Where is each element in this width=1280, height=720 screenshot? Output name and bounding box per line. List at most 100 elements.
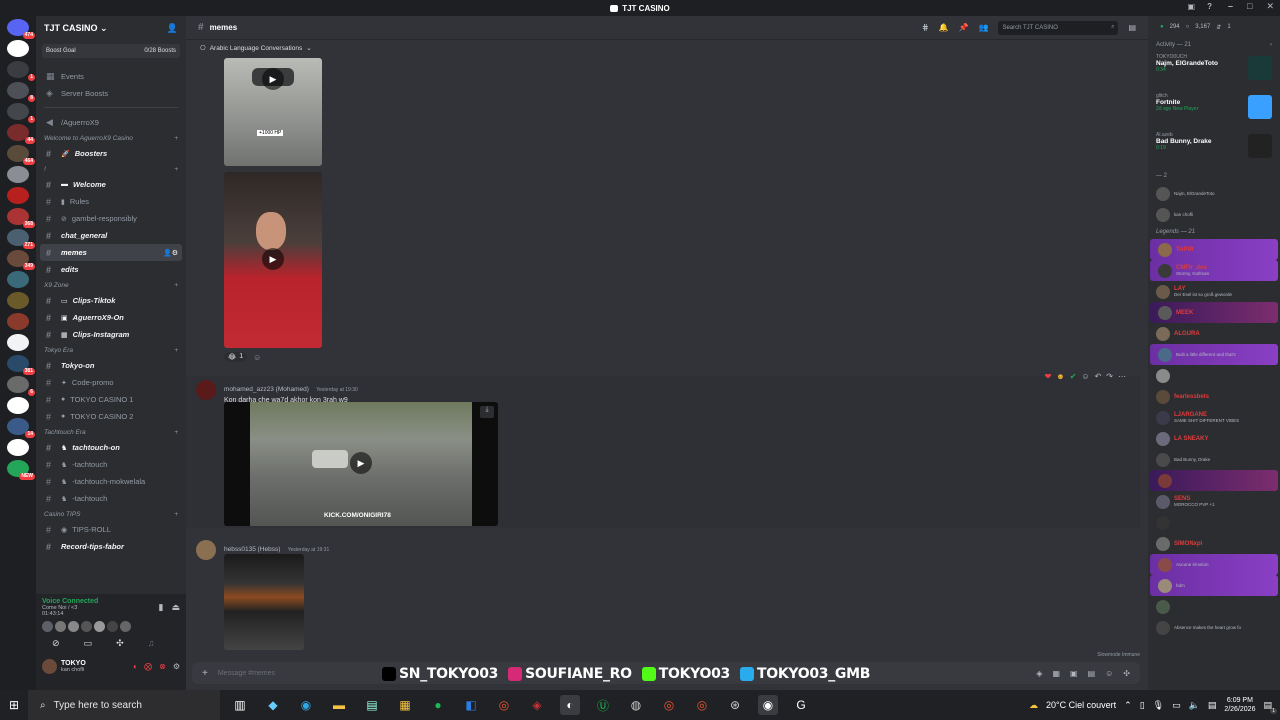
member-item[interactable] bbox=[1148, 365, 1280, 386]
minimize-button[interactable]: – bbox=[1228, 1, 1233, 12]
server-icon[interactable]: 6 bbox=[7, 376, 35, 396]
boost-icon[interactable]: ◈ bbox=[1036, 669, 1042, 678]
apps-icon[interactable]: ✣ bbox=[1123, 669, 1130, 678]
signal-icon[interactable]: ▮ bbox=[159, 602, 164, 613]
member-item[interactable] bbox=[1148, 596, 1280, 617]
mute-icon[interactable]: ⨂ bbox=[144, 662, 152, 671]
check-reaction[interactable]: ✔ bbox=[1070, 372, 1077, 381]
member-item[interactable]: Aucune émotion bbox=[1150, 554, 1278, 575]
inbox-icon[interactable]: ▣ bbox=[1188, 2, 1196, 11]
copilot-icon[interactable]: ◆ bbox=[263, 695, 283, 715]
task-view-icon[interactable]: ▥ bbox=[230, 695, 250, 715]
member-item[interactable]: fearlessbets bbox=[1148, 386, 1280, 407]
channel-item[interactable]: # 🚀 Boosters bbox=[36, 145, 186, 162]
message-author[interactable]: hebss0135 (Hebss) bbox=[224, 546, 280, 553]
server-icon[interactable]: 1 bbox=[7, 61, 35, 81]
server-icon[interactable]: 368 bbox=[7, 208, 35, 228]
avatar[interactable] bbox=[196, 380, 216, 400]
video-attachment[interactable]: ▶ bbox=[224, 172, 322, 348]
member-item[interactable]: CMFlr_dos Stormy, Karlman bbox=[1150, 260, 1278, 281]
maximize-button[interactable]: □ bbox=[1247, 1, 1252, 12]
member-item[interactable]: MEEK bbox=[1150, 302, 1278, 323]
member-item[interactable]: SENS MOROCCO PVP +1 bbox=[1148, 491, 1280, 512]
language-icon[interactable]: ▤ bbox=[1208, 700, 1217, 711]
screen-share-icon[interactable]: ▭ bbox=[84, 638, 93, 649]
video-attachment[interactable]: ▶ +1000 HP bbox=[224, 58, 322, 166]
edge-icon[interactable]: ◉ bbox=[296, 695, 316, 715]
channel-item[interactable]: # edits bbox=[36, 261, 186, 278]
chevron-right-icon[interactable]: › bbox=[1270, 42, 1272, 48]
gift-icon[interactable]: ▦ bbox=[1052, 669, 1060, 678]
member-item[interactable]: SIMONxpi bbox=[1148, 533, 1280, 554]
notification-icon[interactable]: ▤ 1 bbox=[1263, 700, 1277, 714]
speaker-icon[interactable]: 🔈 bbox=[1189, 700, 1200, 711]
events-item[interactable]: ▦ Events bbox=[36, 68, 186, 85]
usb-icon[interactable]: ▯ bbox=[1140, 700, 1145, 711]
message-author[interactable]: mohamed_azz23 (Mohamed) bbox=[224, 386, 309, 393]
camera-off-icon[interactable]: ⊘ bbox=[52, 638, 60, 649]
channel-item[interactable]: # ● TOKYO CASINO 2 bbox=[36, 408, 186, 425]
add-member-icon[interactable]: 👤 bbox=[167, 23, 178, 34]
avatar[interactable] bbox=[107, 621, 118, 632]
channel-item[interactable]: # ♞ -tachtouch bbox=[36, 456, 186, 473]
headset-icon[interactable]: ◖ bbox=[132, 662, 137, 671]
server-icon[interactable]: 44 bbox=[7, 124, 35, 144]
add-reaction-icon[interactable]: ☺ bbox=[1081, 372, 1089, 381]
more-icon[interactable]: ⋯ bbox=[1118, 372, 1126, 381]
member-item[interactable]: kan chofli bbox=[1148, 204, 1280, 225]
taskbar-search[interactable]: ⌕ Type here to search bbox=[28, 690, 220, 720]
avatar[interactable] bbox=[81, 621, 92, 632]
channel-item[interactable]: # ♞ -tachtouch-mokwelala bbox=[36, 473, 186, 490]
server-boosts-item[interactable]: ◈ Server Boosts bbox=[36, 85, 186, 102]
clock[interactable]: 6:09 PM 2/26/2026 bbox=[1224, 696, 1255, 714]
channel-item[interactable]: # ♞ tachtouch-on bbox=[36, 439, 186, 456]
server-icon[interactable] bbox=[7, 166, 29, 183]
member-item[interactable]: Built a little different and that's bbox=[1150, 344, 1278, 365]
channel-item[interactable]: # ▣ AguerroX9-On bbox=[36, 309, 186, 326]
activities-icon[interactable]: ✣ bbox=[116, 638, 124, 649]
avatar[interactable] bbox=[68, 621, 79, 632]
server-icon[interactable]: 8 bbox=[7, 82, 35, 102]
gif-icon[interactable]: ▣ bbox=[1070, 669, 1078, 678]
avatar[interactable] bbox=[42, 621, 53, 632]
channel-item[interactable]: # ▭ Clips-Tiktok bbox=[36, 292, 186, 309]
chrome-icon[interactable]: ◎ bbox=[659, 695, 679, 715]
add-attachment-icon[interactable]: + bbox=[202, 668, 208, 679]
channel-settings-icon[interactable]: 👤⚙ bbox=[163, 249, 178, 257]
app-icon[interactable]: G bbox=[791, 695, 811, 715]
play-icon[interactable]: ▶ bbox=[262, 68, 284, 90]
discord-icon[interactable]: ◐ bbox=[560, 695, 580, 715]
add-channel-icon[interactable]: + bbox=[174, 135, 178, 142]
deafen-icon[interactable]: ⊗ bbox=[159, 662, 166, 671]
channel-item[interactable]: # memes 👤⚙ bbox=[40, 244, 182, 261]
weather-text[interactable]: 20°C Ciel couvert bbox=[1046, 700, 1116, 710]
reply-icon[interactable]: ↶ bbox=[1095, 372, 1102, 381]
channel-item[interactable]: # ◉ TIPS-ROLL bbox=[36, 521, 186, 538]
category-header[interactable]: X9 Zone + bbox=[36, 278, 186, 292]
obs-icon[interactable]: ◉ bbox=[758, 695, 778, 715]
activity-card[interactable]: TOKYO0UCH Najm, ElGrandeToto 0:34 bbox=[1148, 52, 1280, 91]
avatar[interactable] bbox=[94, 621, 105, 632]
server-icon[interactable]: 14 bbox=[7, 418, 35, 438]
server-icon[interactable]: 381 bbox=[7, 355, 35, 375]
avatar[interactable] bbox=[120, 621, 131, 632]
thread-bar[interactable]: ⎔ Arabic Language Conversations ⌄ bbox=[186, 40, 1148, 56]
add-channel-icon[interactable]: + bbox=[174, 347, 178, 354]
server-icon[interactable]: 349 bbox=[7, 250, 35, 270]
channel-item[interactable]: # ♞ -tachtouch bbox=[36, 490, 186, 507]
sticker-icon[interactable]: ▤ bbox=[1088, 669, 1096, 678]
member-item[interactable]: LJARGANE SAME SHIT DIFFERENT VIBES bbox=[1148, 407, 1280, 428]
play-icon[interactable]: ▶ bbox=[350, 452, 372, 474]
search-input[interactable]: Search TJT CASINO ⌕ bbox=[998, 20, 1119, 35]
member-item[interactable]: LAY Der Esel ist so groß geworde bbox=[1148, 281, 1280, 302]
server-icon[interactable]: 474 bbox=[7, 19, 35, 39]
reaction-button[interactable]: 😂 1 bbox=[224, 352, 248, 362]
emoji-reaction[interactable]: ☻ bbox=[1056, 372, 1064, 381]
steam-icon[interactable]: ◍ bbox=[626, 695, 646, 715]
soundboard-icon[interactable]: ♫ bbox=[148, 638, 155, 649]
spotify-icon[interactable]: ● bbox=[428, 695, 448, 715]
add-channel-icon[interactable]: + bbox=[174, 282, 178, 289]
heart-reaction[interactable]: ❤ bbox=[1045, 372, 1052, 381]
chrome-icon[interactable]: ◎ bbox=[692, 695, 712, 715]
video-attachment[interactable]: ▶ KICK.COM/ONIGIRI78 ⤓ bbox=[224, 402, 498, 526]
